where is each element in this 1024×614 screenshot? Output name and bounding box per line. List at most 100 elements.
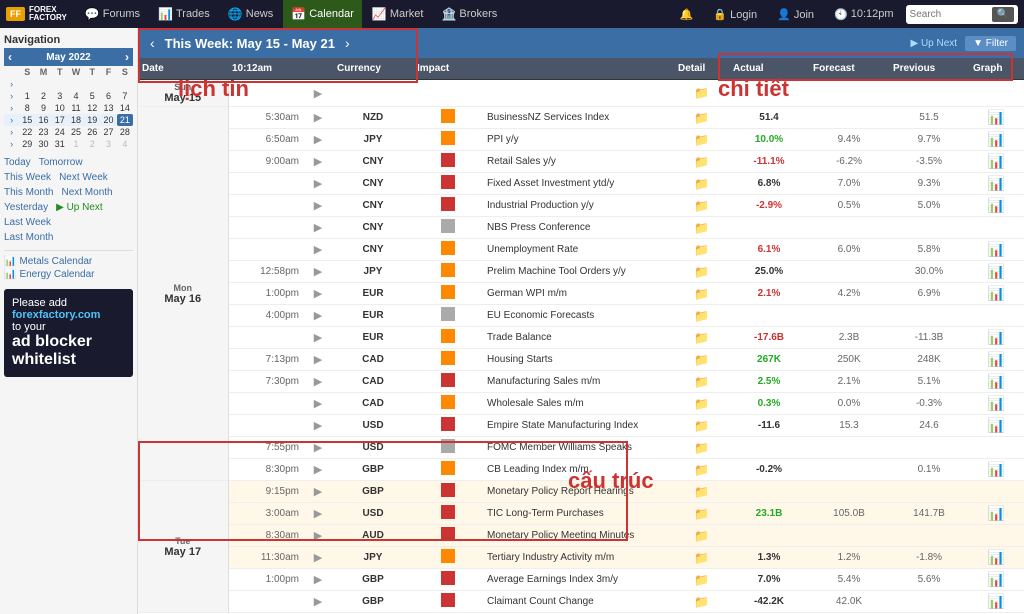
- detail-cell[interactable]: 📁: [674, 151, 729, 173]
- detail-cell[interactable]: 📁: [674, 393, 729, 415]
- cal-cell-30[interactable]: 30: [35, 138, 51, 150]
- graph-icon[interactable]: 📊: [988, 285, 1005, 301]
- cal-cell-31[interactable]: 31: [52, 138, 68, 150]
- detail-cell[interactable]: 📁: [674, 305, 729, 327]
- event-cell[interactable]: Prelim Machine Tool Orders y/y: [483, 261, 674, 283]
- cal-cell-6[interactable]: 6: [100, 90, 116, 102]
- graph-cell[interactable]: 📊: [969, 151, 1024, 173]
- cal-cell-2[interactable]: 2: [35, 90, 51, 102]
- graph-cell[interactable]: 📊: [969, 459, 1024, 481]
- graph-cell[interactable]: [969, 525, 1024, 547]
- detail-cell[interactable]: 📁: [674, 173, 729, 195]
- event-cell[interactable]: Wholesale Sales m/m: [483, 393, 674, 415]
- detail-cell[interactable]: 📁: [674, 261, 729, 283]
- table-row[interactable]: Tue May 17 9:15pm ▶ GBP Monetary Policy …: [138, 481, 1024, 503]
- prev-week-button[interactable]: ‹: [146, 35, 159, 51]
- table-row[interactable]: 4:00pm ▶ EUR EU Economic Forecasts 📁: [138, 305, 1024, 327]
- table-row[interactable]: Sun May 15 ▶ 📁: [138, 80, 1024, 107]
- cal-cell-4[interactable]: 4: [68, 90, 84, 102]
- link-energy-calendar[interactable]: 📊 Energy Calendar: [4, 268, 133, 281]
- event-cell[interactable]: Housing Starts: [483, 349, 674, 371]
- graph-icon[interactable]: 📊: [988, 131, 1005, 147]
- graph-icon[interactable]: 📊: [988, 263, 1005, 279]
- folder-icon[interactable]: 📁: [694, 419, 709, 433]
- cal-cell-19[interactable]: 19: [84, 114, 100, 126]
- cal-cell-27[interactable]: 27: [100, 126, 116, 138]
- cal-cell-9[interactable]: 9: [35, 102, 51, 114]
- detail-cell[interactable]: 📁: [674, 239, 729, 261]
- graph-icon[interactable]: 📊: [988, 109, 1005, 125]
- graph-cell[interactable]: 📊: [969, 327, 1024, 349]
- nav-login[interactable]: 🔒 Login: [705, 0, 765, 28]
- graph-cell[interactable]: 📊: [969, 371, 1024, 393]
- event-cell[interactable]: CB Leading Index m/m: [483, 459, 674, 481]
- graph-icon[interactable]: 📊: [988, 461, 1005, 477]
- detail-cell[interactable]: 📁: [674, 371, 729, 393]
- cal-cell-20[interactable]: 20: [100, 114, 116, 126]
- detail-cell[interactable]: 📁: [674, 503, 729, 525]
- graph-icon[interactable]: 📊: [988, 153, 1005, 169]
- graph-icon[interactable]: 📊: [988, 417, 1005, 433]
- graph-icon[interactable]: 📊: [988, 395, 1005, 411]
- cal-cell-5[interactable]: 5: [84, 90, 100, 102]
- event-cell[interactable]: German WPI m/m: [483, 283, 674, 305]
- event-cell[interactable]: FOMC Member Williams Speaks: [483, 437, 674, 459]
- folder-icon[interactable]: 📁: [694, 155, 709, 169]
- graph-cell[interactable]: 📊: [969, 415, 1024, 437]
- table-row[interactable]: 1:00pm ▶ GBP Average Earnings Index 3m/y…: [138, 569, 1024, 591]
- nav-join[interactable]: 👤 Join: [769, 0, 822, 28]
- cal-cell[interactable]: [100, 78, 116, 90]
- graph-icon[interactable]: 📊: [988, 373, 1005, 389]
- folder-icon[interactable]: 📁: [694, 309, 709, 323]
- cal-cell[interactable]: [19, 78, 35, 90]
- nav-news[interactable]: 🌐News: [220, 0, 281, 28]
- graph-icon[interactable]: 📊: [988, 351, 1005, 367]
- graph-icon[interactable]: 📊: [988, 593, 1005, 609]
- folder-icon[interactable]: 📁: [694, 331, 709, 345]
- folder-icon[interactable]: 📁: [694, 177, 709, 191]
- detail-cell[interactable]: 📁: [674, 349, 729, 371]
- cal-cell-18[interactable]: 18: [68, 114, 84, 126]
- cal-cell-12[interactable]: 12: [84, 102, 100, 114]
- cal-cell-35[interactable]: 4: [117, 138, 133, 150]
- detail-cell[interactable]: 📁: [674, 569, 729, 591]
- table-row[interactable]: 8:30pm ▶ GBP CB Leading Index m/m 📁 -0.2…: [138, 459, 1024, 481]
- graph-cell[interactable]: 📊: [969, 239, 1024, 261]
- folder-icon[interactable]: 📁: [694, 595, 709, 609]
- table-row[interactable]: 8:30am ▶ AUD Monetary Policy Meeting Min…: [138, 525, 1024, 547]
- cal-cell-8[interactable]: 8: [19, 102, 35, 114]
- detail-cell[interactable]: 📁: [674, 415, 729, 437]
- cal-row-nav-1[interactable]: ›: [4, 78, 19, 90]
- detail-cell[interactable]: 📁: [674, 525, 729, 547]
- cal-cell-28[interactable]: 28: [117, 126, 133, 138]
- event-cell[interactable]: Manufacturing Sales m/m: [483, 371, 674, 393]
- graph-cell[interactable]: [969, 481, 1024, 503]
- table-row[interactable]: ▶ CNY NBS Press Conference 📁: [138, 217, 1024, 239]
- graph-cell[interactable]: 📊: [969, 129, 1024, 151]
- graph-icon[interactable]: 📊: [988, 329, 1005, 345]
- table-row[interactable]: Mon May 16 5:30am ▶ NZD BusinessNZ Servi…: [138, 107, 1024, 129]
- cal-cell-32[interactable]: 1: [68, 138, 84, 150]
- cal-cell-24[interactable]: 24: [52, 126, 68, 138]
- graph-icon[interactable]: 📊: [988, 505, 1005, 521]
- cal-cell-3[interactable]: 3: [52, 90, 68, 102]
- table-row[interactable]: 6:50am ▶ JPY PPI y/y 📁 10.0% 9.4% 9.7% 📊: [138, 129, 1024, 151]
- folder-icon[interactable]: 📁: [694, 133, 709, 147]
- detail-cell[interactable]: 📁: [674, 481, 729, 503]
- cal-cell-23[interactable]: 23: [35, 126, 51, 138]
- detail-cell[interactable]: 📁: [674, 129, 729, 151]
- graph-cell[interactable]: 📊: [969, 547, 1024, 569]
- event-cell[interactable]: Fixed Asset Investment ytd/y: [483, 173, 674, 195]
- folder-icon[interactable]: 📁: [694, 573, 709, 587]
- event-cell[interactable]: Claimant Count Change: [483, 591, 674, 613]
- table-row[interactable]: ▶ GBP Claimant Count Change 📁 -42.2K 42.…: [138, 591, 1024, 613]
- filter-button[interactable]: ▼ Filter: [965, 36, 1016, 51]
- detail-cell[interactable]: 📁: [674, 283, 729, 305]
- folder-icon[interactable]: 📁: [694, 463, 709, 477]
- table-row[interactable]: ▶ CNY Industrial Production y/y 📁 -2.9% …: [138, 195, 1024, 217]
- cal-cell-7[interactable]: 7: [117, 90, 133, 102]
- cal-cell-1[interactable]: 1: [19, 90, 35, 102]
- cal-cell-33[interactable]: 2: [84, 138, 100, 150]
- detail-cell[interactable]: 📁: [674, 459, 729, 481]
- detail-cell[interactable]: 📁: [674, 437, 729, 459]
